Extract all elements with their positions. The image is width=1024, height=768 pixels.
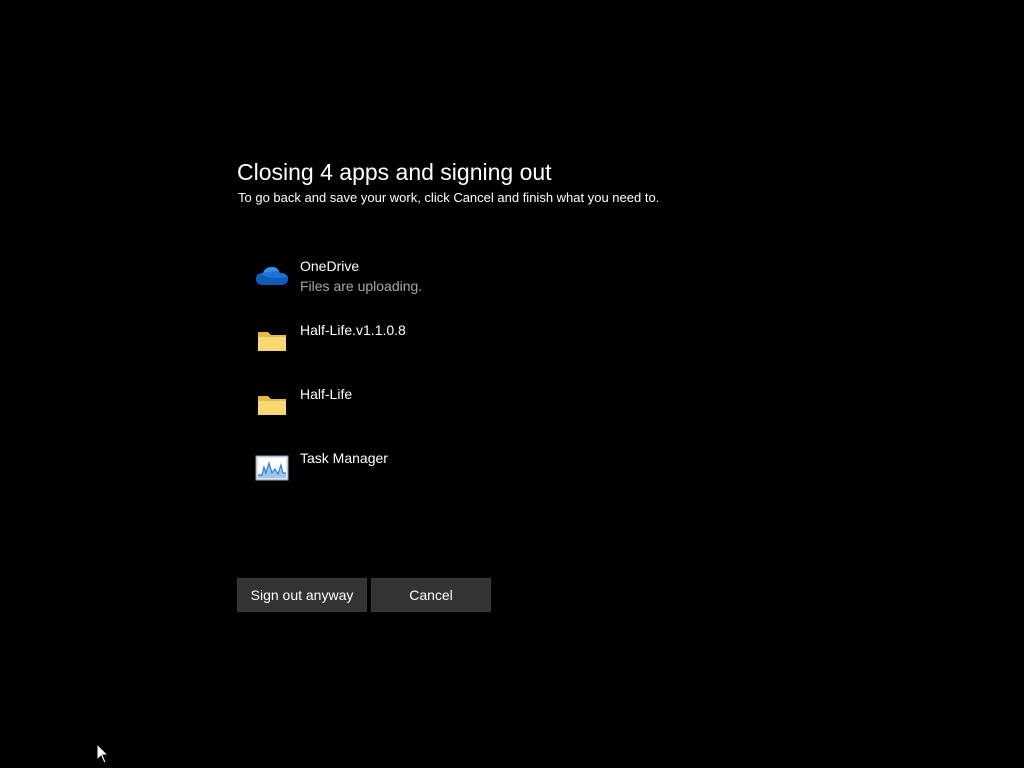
list-item-task-manager: Task Manager xyxy=(254,448,674,512)
sign-out-anyway-button[interactable]: Sign out anyway xyxy=(237,578,367,612)
app-name: Task Manager xyxy=(300,450,388,466)
folder-icon xyxy=(254,388,290,420)
onedrive-cloud-icon xyxy=(254,260,290,292)
page-title: Closing 4 apps and signing out xyxy=(237,159,552,185)
cancel-button[interactable]: Cancel xyxy=(371,578,491,612)
list-item-onedrive: OneDrive Files are uploading. xyxy=(254,256,674,320)
app-status: Files are uploading. xyxy=(300,278,423,294)
sign-out-screen: Closing 4 apps and signing out To go bac… xyxy=(0,0,1024,768)
app-name: Half-Life xyxy=(300,386,353,402)
list-item-half-life: Half-Life xyxy=(254,384,674,448)
app-name: OneDrive xyxy=(300,258,360,274)
list-item-half-life-v1108: Half-Life.v1.1.0.8 xyxy=(254,320,674,384)
folder-icon xyxy=(254,324,290,356)
task-manager-icon xyxy=(254,452,290,484)
app-name: Half-Life.v1.1.0.8 xyxy=(300,322,406,338)
app-list: OneDrive Files are uploading. Half-Life.… xyxy=(254,256,674,512)
button-bar: Sign out anyway Cancel xyxy=(237,578,491,612)
mouse-pointer-icon xyxy=(96,742,110,765)
page-subtitle: To go back and save your work, click Can… xyxy=(238,190,660,205)
